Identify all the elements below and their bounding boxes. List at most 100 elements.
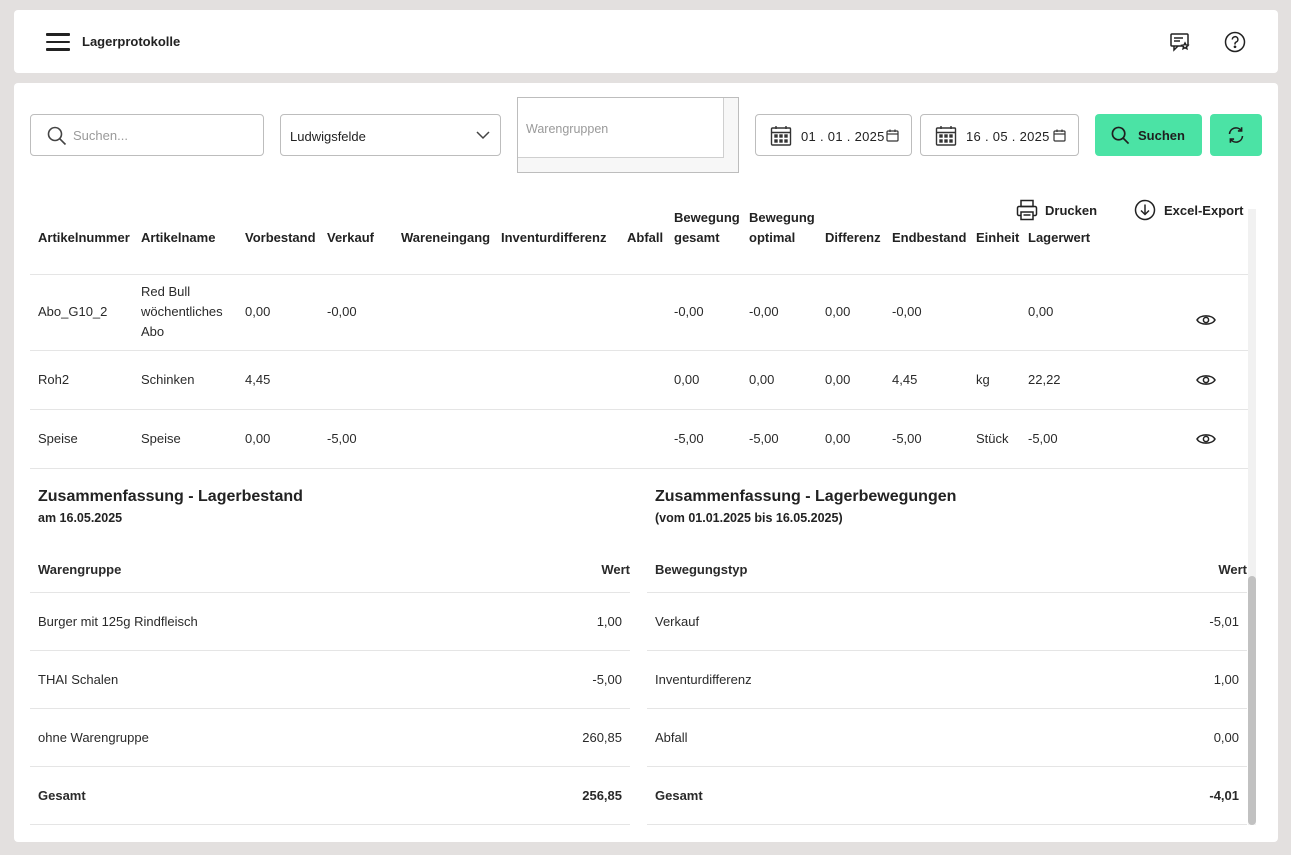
cell-bewegung-gesamt: -5,00 (674, 431, 704, 446)
summary-stock-title: Zusammenfassung - Lagerbestand (38, 488, 303, 505)
cell-verkauf: -0,00 (327, 304, 357, 319)
cell-lagerwert: 0,00 (1028, 304, 1054, 319)
search-input[interactable] (73, 125, 253, 145)
cell-endbestand: 4,45 (892, 372, 918, 387)
column-header-bewegung-gesamt[interactable]: Bewegung gesamt (674, 208, 740, 248)
cell-vorbestand: 0,00 (245, 431, 271, 446)
cell-artikelnummer: Roh2 (38, 372, 70, 387)
help-icon[interactable] (1224, 31, 1246, 53)
column-header-einheit[interactable]: Einheit (976, 228, 1019, 248)
location-select-value: Ludwigsfelde (290, 129, 366, 144)
header-line: optimal (749, 230, 796, 245)
cell-artikelnummer: Speise (38, 431, 78, 446)
summary-stock-subtitle: am 16.05.2025 (38, 511, 123, 525)
calendar-icon (770, 126, 792, 146)
column-header-bewegung-optimal[interactable]: Bewegung optimal (749, 208, 815, 248)
column-header-wareneingang[interactable]: Wareneingang (401, 228, 490, 248)
calendar-picker-icon[interactable] (886, 129, 899, 142)
column-header-abfall[interactable]: Abfall (627, 228, 663, 248)
column-header-warengruppe: Warengruppe (38, 562, 122, 577)
search-button[interactable]: Suchen (1095, 114, 1202, 156)
scrollbar[interactable] (1248, 209, 1256, 825)
summary-row: THAI Schalen -5,00 (30, 651, 630, 709)
summary-value: 0,00 (1213, 730, 1239, 745)
page-title: Lagerprotokolle (82, 34, 181, 49)
column-header-lagerwert[interactable]: Lagerwert (1028, 228, 1090, 248)
column-header-differenz[interactable]: Differenz (825, 228, 881, 248)
search-button-label: Suchen (1138, 128, 1185, 143)
search-icon (1111, 126, 1130, 145)
cell-vorbestand: 0,00 (245, 304, 271, 319)
summary-value: -5,01 (1209, 614, 1239, 629)
summary-total-value: -4,01 (1209, 788, 1239, 803)
top-bar: Lagerprotokolle (14, 10, 1278, 73)
column-header-artikelnummer[interactable]: Artikelnummer (38, 228, 130, 248)
cell-differenz: 0,00 (825, 431, 851, 446)
summary-row: ohne Warengruppe 260,85 (30, 709, 630, 767)
summary-movements-subtitle: (vom 01.01.2025 bis 16.05.2025) (655, 511, 843, 525)
feedback-icon[interactable] (1169, 31, 1191, 53)
cell-artikelnummer: Abo_G10_2 (38, 304, 108, 319)
summary-total-label: Gesamt (38, 788, 86, 803)
calendar-picker-icon[interactable] (1053, 129, 1066, 142)
column-header-vorbestand[interactable]: Vorbestand (245, 228, 316, 248)
name-line: Red Bull (141, 284, 191, 299)
summary-row: Verkauf -5,01 (647, 593, 1247, 651)
summary-row: Inventurdifferenz 1,00 (647, 651, 1247, 709)
calendar-icon (935, 126, 957, 146)
eye-icon[interactable] (1196, 432, 1216, 446)
column-header-inventurdifferenz[interactable]: Inventurdifferenz (501, 228, 606, 248)
location-select[interactable]: Ludwigsfelde (280, 114, 501, 156)
refresh-button[interactable] (1210, 114, 1262, 156)
date-to-value: 16 . 05 . 2025 (966, 129, 1050, 144)
header-line: Bewegung (674, 210, 740, 225)
table-header: Artikelnummer Artikelname Vorbestand Ver… (30, 209, 1248, 275)
scrollbar-thumb[interactable] (1248, 576, 1256, 825)
search-field[interactable] (30, 114, 264, 156)
name-line: wöchentliches (141, 304, 223, 319)
summary-total-row: Gesamt -4,01 (647, 767, 1247, 825)
date-from-value: 01 . 01 . 2025 (801, 129, 885, 144)
cell-einheit: Stück (976, 431, 1009, 446)
date-to-field[interactable]: 16 . 05 . 2025 (920, 114, 1079, 156)
warengruppen-placeholder: Warengruppen (526, 122, 609, 136)
summary-total-row: Gesamt 256,85 (30, 767, 630, 825)
column-header-artikelname[interactable]: Artikelname (141, 228, 215, 248)
cell-bewegung-gesamt: 0,00 (674, 372, 700, 387)
chevron-down-icon (476, 131, 490, 140)
cell-differenz: 0,00 (825, 304, 851, 319)
eye-icon[interactable] (1196, 373, 1216, 387)
cell-artikelname: Speise (141, 431, 181, 446)
summary-row: Burger mit 125g Rindfleisch 1,00 (30, 593, 630, 651)
table-row: Speise Speise 0,00 -5,00 -5,00 -5,00 0,0… (30, 410, 1248, 469)
cell-bewegung-optimal: -0,00 (749, 304, 779, 319)
summary-total-value: 256,85 (582, 788, 622, 803)
cell-einheit: kg (976, 372, 990, 387)
summary-label: Abfall (655, 730, 688, 745)
column-header-verkauf[interactable]: Verkauf (327, 228, 374, 248)
table-row: Abo_G10_2 Red Bull wöchentliches Abo 0,0… (30, 275, 1248, 351)
header-line: gesamt (674, 230, 720, 245)
cell-lagerwert: 22,22 (1028, 372, 1061, 387)
summary-row: Abfall 0,00 (647, 709, 1247, 767)
column-header-endbestand[interactable]: Endbestand (892, 228, 966, 248)
main-panel: Ludwigsfelde Warengruppen 01 . 01 . 2025 (14, 83, 1278, 842)
summary-value: 1,00 (596, 614, 622, 629)
warengruppen-multiselect[interactable]: Warengruppen (517, 97, 739, 173)
summary-value: 1,00 (1213, 672, 1239, 687)
summary-value: -5,00 (592, 672, 622, 687)
menu-icon[interactable] (46, 33, 70, 51)
cell-bewegung-optimal: -5,00 (749, 431, 779, 446)
date-from-field[interactable]: 01 . 01 . 2025 (755, 114, 912, 156)
cell-lagerwert: -5,00 (1028, 431, 1058, 446)
cell-bewegung-gesamt: -0,00 (674, 304, 704, 319)
name-line: Abo (141, 324, 165, 339)
column-header-wert: Wert (1218, 562, 1247, 577)
summary-movements-header: Bewegungstyp Wert (647, 541, 1247, 593)
summary-stock-header: Warengruppe Wert (30, 541, 630, 593)
cell-endbestand: -0,00 (892, 304, 922, 319)
header-line: Bewegung (749, 210, 815, 225)
eye-icon[interactable] (1196, 313, 1216, 327)
summary-label: ohne Warengruppe (38, 730, 149, 745)
table-row: Roh2 Schinken 4,45 0,00 0,00 0,00 4,45 k… (30, 351, 1248, 410)
